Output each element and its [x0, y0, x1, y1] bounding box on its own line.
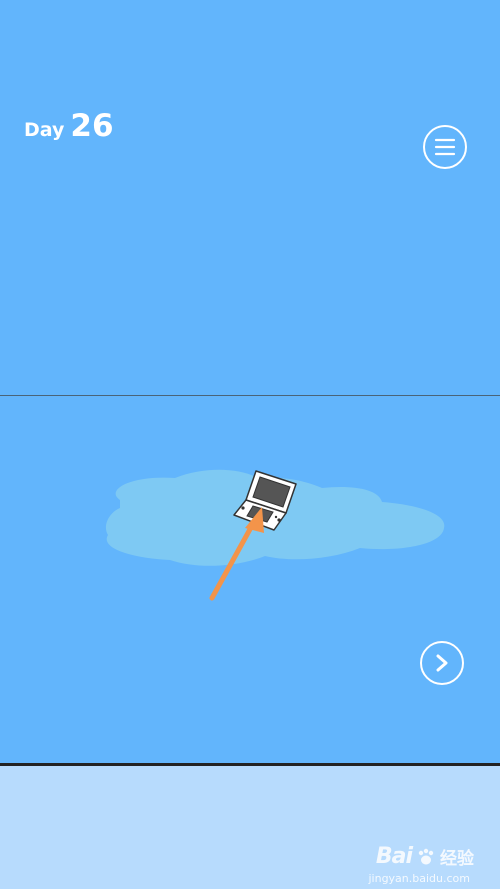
watermark-brand: Bai	[375, 844, 413, 869]
watermark-cn: 经验	[440, 849, 474, 869]
paw-print-icon	[418, 848, 434, 864]
game-screen: Day 26 Bai 经验 jingyan.baidu.com	[0, 0, 500, 889]
watermark-url: jingyan.baidu.com	[368, 872, 470, 885]
watermark: Bai 经验	[376, 844, 474, 869]
next-button[interactable]	[420, 641, 464, 685]
chevron-right-icon	[436, 654, 448, 672]
scene-illustration	[105, 469, 445, 601]
footer-area: Bai 经验 jingyan.baidu.com	[0, 766, 500, 889]
